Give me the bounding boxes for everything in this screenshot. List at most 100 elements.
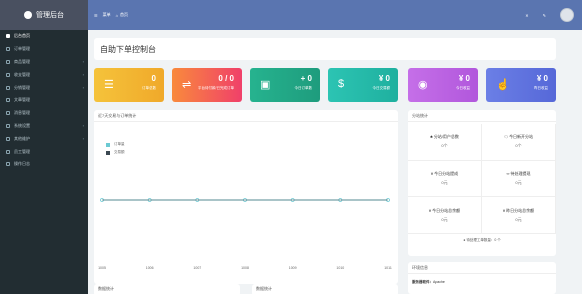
home-icon[interactable]: ⌂ (116, 13, 118, 18)
app-title: 管理后台 (36, 12, 64, 19)
menu-item-icon (6, 123, 10, 128)
topbar-actions: ✕ ✎ (525, 0, 574, 30)
sidebar-item[interactable]: 系统设置 › (0, 120, 88, 133)
sidebar-item[interactable]: 员工管理 (0, 145, 88, 158)
x-tick-label: 1008 (241, 266, 249, 270)
mini-card: 数据统计 (94, 284, 240, 294)
x-tick-label: 1010 (336, 266, 345, 270)
sidebar-item[interactable]: 收支管理 › (0, 68, 88, 81)
env-card-title: 环境信息 (408, 262, 556, 274)
dist-stat-title: ¥ 今日分站提成 (431, 171, 458, 177)
stat-card[interactable]: ☰ 0 订单总数 (94, 68, 164, 102)
settings-icon[interactable]: ✎ (543, 13, 546, 18)
menu-icon[interactable]: ☰ (94, 13, 98, 18)
env-row: 服务器软件：Apache (408, 280, 556, 285)
stat-value: ¥ 0 (458, 74, 470, 83)
dist-stat-value: 0元 (441, 216, 448, 222)
dist-stat-label: 昨日分站总余额 (506, 207, 535, 213)
sidebar-item[interactable]: 其他维护 › (0, 132, 88, 145)
sidebar-item[interactable]: 消息管理 (0, 107, 88, 120)
menu-item-icon (6, 59, 10, 64)
stat-label: 今日订单数 (294, 86, 313, 90)
x-tick-label: 1011 (384, 266, 392, 270)
dist-stat: ♣ 分站/用户总数 0个 (408, 124, 482, 161)
mini-card-title: 数据统计 (256, 286, 272, 291)
sidebar-item[interactable]: 操作日志 (0, 158, 88, 171)
sidebar-item[interactable]: 分销管理 › (0, 81, 88, 94)
sidebar-item-label: 操作日志 (14, 161, 30, 167)
env-row-value: Apache (433, 280, 445, 284)
dist-stat-title: ¥ 昨日分站总余额 (503, 208, 534, 214)
dist-card-title: 分站统计 (408, 110, 556, 122)
menu-label[interactable]: 菜单 (103, 12, 111, 18)
stat-card[interactable]: ⇌ 0 / 0 平台待付款/已完成订单 (172, 68, 242, 102)
chevron-right-icon: › (82, 123, 84, 129)
x-tick-label: 1005 (98, 266, 106, 270)
sidebar-item[interactable]: 文章管理 (0, 94, 88, 107)
stat-card[interactable]: ▣ + 0 今日订单数 (250, 68, 320, 102)
menu-item-icon (6, 34, 10, 39)
sidebar-item-label: 消息管理 (14, 110, 30, 116)
dist-stat-value: 0元 (515, 179, 522, 185)
stat-value: ¥ 0 (378, 74, 390, 83)
sidebar-item-label: 商品管理 (14, 58, 30, 64)
topbar: ☰ 菜单 ⌂ 首页 ✕ ✎ (88, 0, 582, 30)
logo-icon (24, 11, 32, 19)
sidebar-item[interactable]: 后台首页 (0, 30, 88, 43)
x-tick-label: 1007 (193, 266, 202, 270)
chevron-right-icon: › (82, 136, 84, 142)
menu-item-icon (6, 162, 10, 167)
dist-stat: ¥ 今日分站总余额 0元 (408, 197, 482, 234)
chevron-right-icon: › (82, 85, 84, 91)
stat-value: + 0 (300, 74, 312, 83)
x-tick-label: 1009 (288, 266, 297, 270)
stat-card[interactable]: ◉ ¥ 0 今日收益 (408, 68, 478, 102)
dist-stat-value: 0个 (515, 143, 522, 149)
sidebar-item-label: 分销管理 (14, 84, 30, 90)
sidebar-item[interactable]: 订单管理 (0, 43, 88, 56)
dist-stat-title: ∞ 待处理提现 (507, 171, 531, 177)
dist-stat-label: 今日新开分站 (509, 134, 534, 140)
chevron-right-icon: › (82, 72, 84, 78)
env-card: 环境信息 服务器软件：Apache (408, 262, 556, 294)
menu-item-icon (6, 72, 10, 77)
dist-stat: ¥ 今日分站提成 0元 (408, 160, 482, 198)
line-chart (100, 198, 390, 202)
home-link[interactable]: 首页 (120, 12, 128, 18)
sidebar-item-label: 其他维护 (14, 135, 30, 141)
sidebar-item-label: 收支管理 (14, 71, 30, 77)
dist-stat-value: 0个 (441, 143, 448, 149)
distribution-card: 分站统计 ♣ 分站/用户总数 0个 ☁ 今日新开分站 0个 ¥ 今日分站提成 0元 ∞ 待处… (408, 110, 556, 256)
dist-footer: ● 待处理工单数量：0 个 (408, 238, 556, 243)
dist-stat-title: ¥ 今日分站总余额 (429, 208, 460, 214)
dist-stat-title: ☁ 今日新开分站 (504, 134, 533, 140)
sidebar-item-label: 文章管理 (14, 97, 30, 103)
page-title-card: 自助下单控制台 (94, 38, 556, 60)
stat-card[interactable]: ☝ ¥ 0 昨日收益 (486, 68, 556, 102)
menu-item-icon (6, 111, 10, 116)
stat-value: 0 (151, 74, 156, 83)
chevron-right-icon: › (82, 59, 84, 65)
stat-card[interactable]: $ ¥ 0 今日交易额 (328, 68, 398, 102)
avatar[interactable] (560, 8, 574, 22)
sidebar-item-label: 订单管理 (14, 46, 30, 52)
fullscreen-icon[interactable]: ✕ (525, 13, 528, 18)
menu-item-icon (6, 85, 10, 90)
sidebar-item[interactable]: 商品管理 › (0, 56, 88, 69)
sidebar-menu: 后台首页 订单管理 商品管理 › 收支管理 › 分销管理 › 文章管理 消息管理 系统设置 › 其他维护… (0, 30, 88, 171)
sidebar-item-label: 后台首页 (14, 33, 30, 39)
sidebar: 管理后台 后台首页订单管理商品管理 › 收支管理 › 分销管理 › 文章管理消息管理系统设置… (0, 0, 88, 294)
dist-stat-label: 分站/用户总数 (433, 134, 459, 140)
dist-stat-label: 今日分站总余额 (432, 207, 461, 213)
dist-stat: ¥ 昨日分站总余额 0元 (482, 197, 556, 234)
stat-value: ¥ 0 (536, 74, 548, 83)
stat-label: 今日收益 (456, 86, 470, 90)
stat-label: 今日交易额 (372, 86, 391, 90)
stat-value: 0 / 0 (218, 74, 234, 83)
stat-label: 订单总数 (142, 86, 156, 90)
mini-card-title: 数据统计 (98, 286, 114, 291)
dist-stat-value: 0元 (441, 179, 448, 185)
dist-stat-value: 0元 (515, 216, 522, 222)
app-logo[interactable]: 管理后台 (0, 0, 88, 30)
sidebar-item-label: 员工管理 (14, 148, 30, 154)
